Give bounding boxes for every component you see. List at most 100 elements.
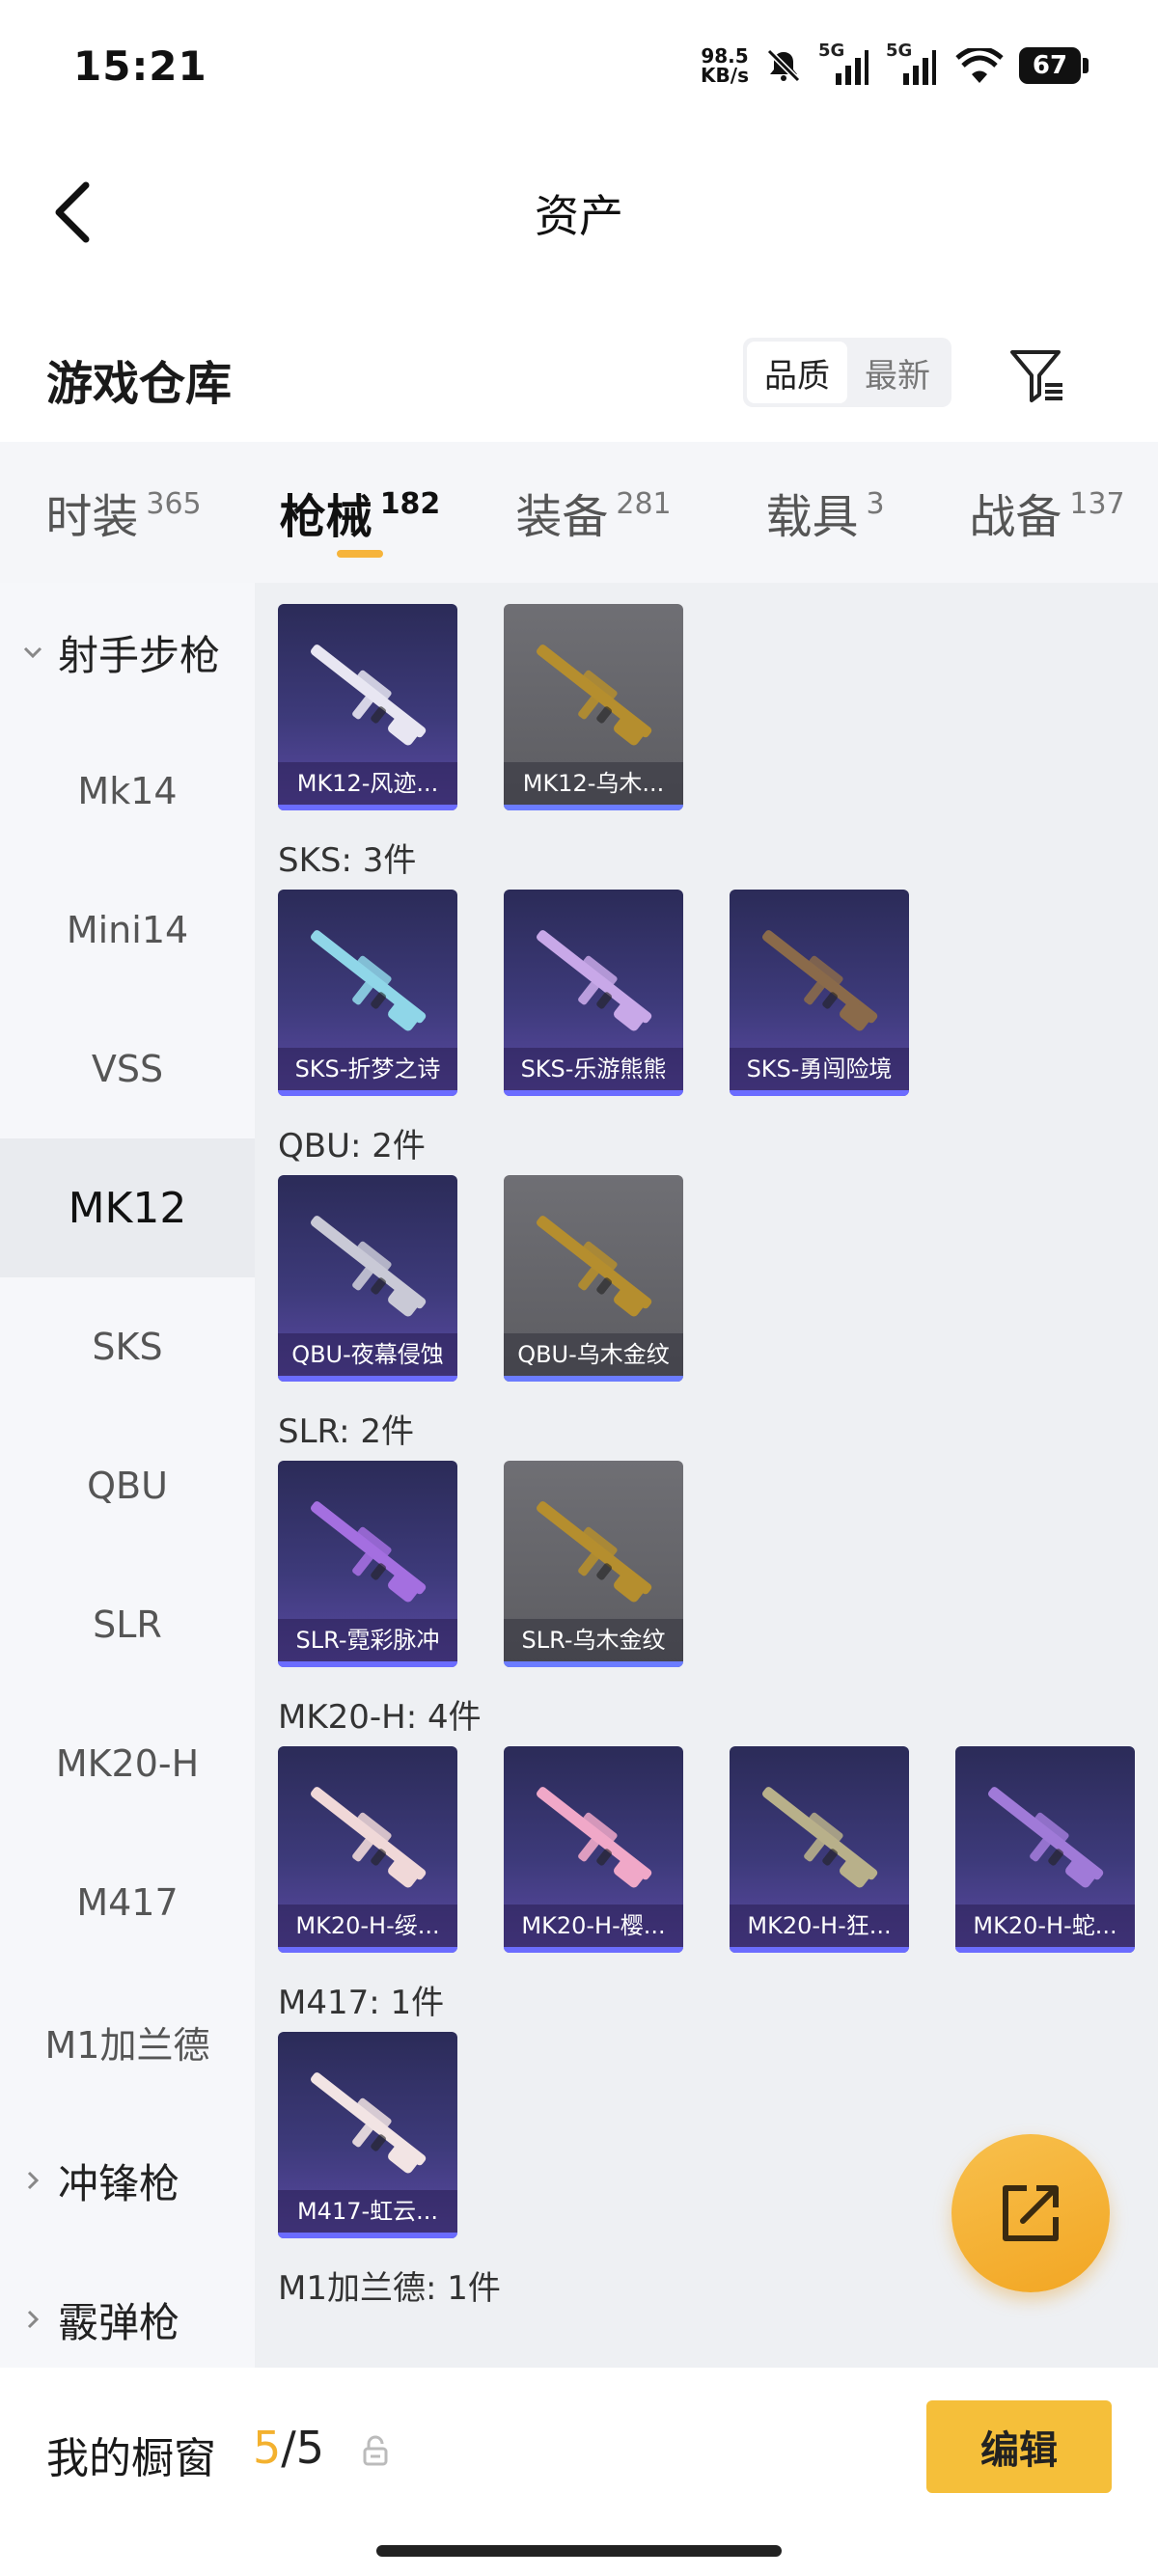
chevron-right-icon [19,2306,46,2333]
skin-card[interactable]: QBU-夜幕侵蚀 [278,1175,457,1382]
rifle-icon [762,930,878,1031]
sort-newest-button[interactable]: 最新 [847,342,948,403]
section-label: QBU: 2件 [278,1127,426,1165]
edit-button[interactable]: 编辑 [926,2400,1112,2493]
skin-card[interactable]: SKS-乐游熊熊 [504,890,683,1096]
rarity-bar [278,805,457,810]
skin-card[interactable]: MK20-H-蛇... [955,1746,1135,1953]
filter-button[interactable] [1004,342,1071,409]
sidebar-item-m417[interactable]: M417 [0,1833,255,1972]
skin-name: MK20-H-樱... [504,1905,683,1947]
skin-name: SKS-乐游熊熊 [504,1048,683,1090]
rifle-icon [537,1216,652,1317]
network-speed-value: 98.5 [701,44,749,68]
sidebar-item-vss[interactable]: VSS [0,1000,255,1138]
rifle-icon [537,930,652,1031]
home-indicator[interactable] [376,2545,782,2557]
tab-count: 281 [616,486,672,521]
page-title: 资产 [535,190,623,242]
lock-icon [361,2435,390,2468]
rarity-bar [278,1090,457,1096]
rarity-bar [504,1376,683,1382]
skin-card[interactable]: M417-虹云... [278,2032,457,2238]
skin-name: SKS-勇闯险境 [730,1048,909,1090]
status-time: 15:21 [73,42,207,90]
tab-supplies[interactable]: 战备 137 [936,442,1158,583]
skin-card[interactable]: MK12-乌木... [504,604,683,810]
sidebar-item-slr[interactable]: SLR [0,1555,255,1694]
skin-name: MK20-H-蛇... [955,1905,1135,1947]
skin-name: MK20-H-狂... [730,1905,909,1947]
tab-label: 装备 [515,490,609,544]
skin-card[interactable]: MK20-H-樱... [504,1746,683,1953]
share-button[interactable] [951,2134,1110,2292]
sidebar-item-label: 射手步枪 [58,631,221,679]
filter-icon [1010,350,1062,402]
skin-name: SLR-乌木金纹 [504,1619,683,1661]
category-tabs: 时装 365 枪械 182 装备 281 载具 3 战备 137 [0,442,1158,583]
showcase-label: 我的橱窗 [46,2434,216,2483]
sidebar-item-qbu[interactable]: QBU [0,1416,255,1555]
showcase-count-current: 5 [253,2422,282,2474]
signal-type-1: 5G [818,41,845,61]
signal-type-2: 5G [886,41,913,61]
sort-quality-button[interactable]: 品质 [747,342,847,403]
rarity-bar [278,1376,457,1382]
sidebar-group-marksman-rifles[interactable]: 射手步枪 [0,583,255,722]
sidebar-item-mk20h[interactable]: MK20-H [0,1694,255,1833]
tab-vehicles[interactable]: 载具 3 [714,442,936,583]
sidebar-item-label: 冲锋枪 [58,2159,180,2207]
tab-fashion[interactable]: 时装 365 [0,442,247,583]
warehouse-header: 游戏仓库 品质 最新 [0,318,1158,434]
sidebar-group-shotgun[interactable]: 霰弹枪 [0,2250,255,2368]
skin-card[interactable]: SLR-霓彩脉冲 [278,1461,457,1667]
skin-card[interactable]: MK12-风迹... [278,604,457,810]
rifle-icon [988,1787,1104,1888]
rarity-bar [278,2233,457,2238]
skin-card[interactable]: SLR-乌木金纹 [504,1461,683,1667]
skin-name: SLR-霓彩脉冲 [278,1619,457,1661]
status-bar: 15:21 98.5 KB/s 5G 5G 67 [0,0,1158,135]
battery-icon: 67 [1019,47,1089,84]
skin-name: MK12-风迹... [278,762,457,805]
external-link-icon [1003,2185,1059,2241]
tab-guns[interactable]: 枪械 182 [247,442,473,583]
tab-label: 战备 [969,490,1062,544]
skin-card[interactable]: MK20-H-绥... [278,1746,457,1953]
rifle-icon [311,2072,427,2174]
rarity-bar [504,1661,683,1667]
tab-active-indicator [337,550,383,558]
tab-label: 载具 [765,490,859,544]
skin-card[interactable]: MK20-H-狂... [730,1746,909,1953]
sidebar-item-mk14[interactable]: Mk14 [0,722,255,861]
nav-header: 资产 [0,135,1158,280]
weapon-type-sidebar: 射手步枪 Mk14 Mini14 VSS MK12 SKS QBU SLR MK… [0,583,255,2368]
tab-count: 137 [1069,486,1125,521]
skin-card[interactable]: QBU-乌木金纹 [504,1175,683,1382]
chevron-down-icon [19,639,46,666]
sidebar-item-m1-garand[interactable]: M1加兰德 [0,1972,255,2111]
section-label: M417: 1件 [278,1984,445,2022]
rifle-icon [311,1787,427,1888]
rifle-icon [537,1501,652,1603]
rarity-bar [278,1947,457,1953]
chevron-right-icon [19,2167,46,2194]
tab-count: 3 [866,486,885,521]
signal-icon-2: 5G [886,41,940,85]
sidebar-item-mk12[interactable]: MK12 [0,1138,255,1277]
sidebar-item-mini14[interactable]: Mini14 [0,861,255,1000]
section-label: MK20-H: 4件 [278,1698,482,1737]
tab-label: 枪械 [279,490,372,544]
status-icons: 98.5 KB/s 5G 5G 67 [701,39,1089,93]
sidebar-group-smg[interactable]: 冲锋枪 [0,2111,255,2250]
rifle-icon [762,1787,878,1888]
skin-card[interactable]: SKS-勇闯险境 [730,890,909,1096]
sidebar-item-sks[interactable]: SKS [0,1277,255,1416]
tab-equipment[interactable]: 装备 281 [473,442,714,583]
sort-toggle: 品质 最新 [743,338,951,407]
warehouse-title: 游戏仓库 [46,357,233,411]
section-label: SKS: 3件 [278,841,417,880]
rifle-icon [311,930,427,1031]
skin-card[interactable]: SKS-折梦之诗 [278,890,457,1096]
skin-name: MK20-H-绥... [278,1905,457,1947]
